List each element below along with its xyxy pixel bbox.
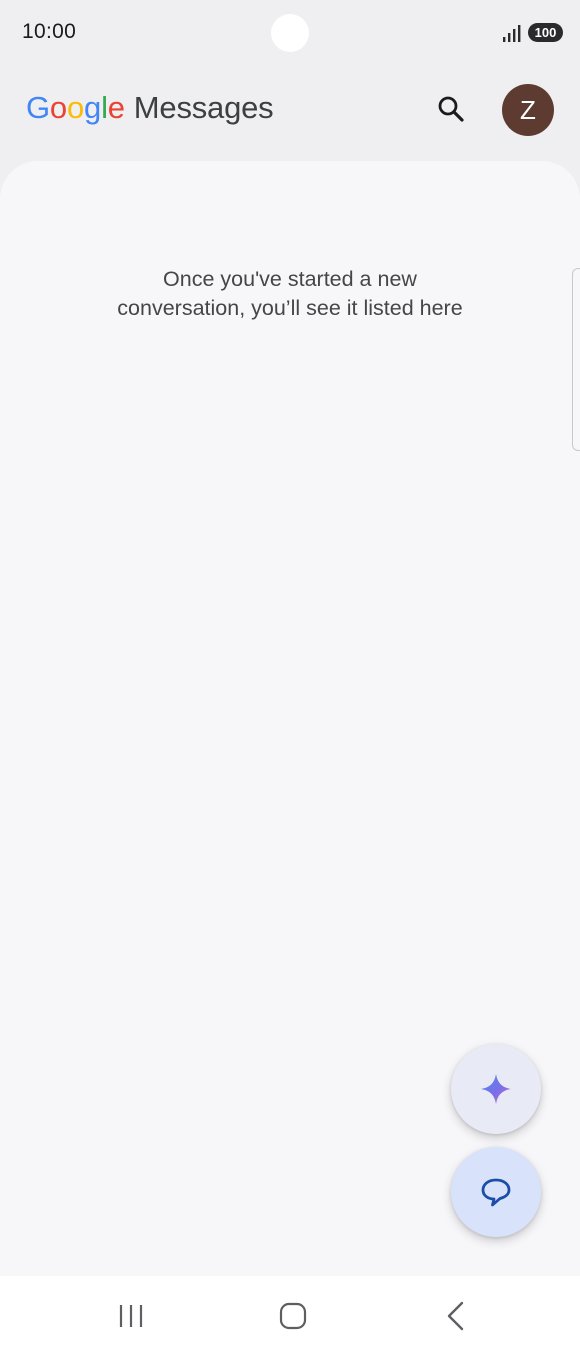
home-button[interactable]: [273, 1296, 313, 1336]
gemini-button[interactable]: [451, 1044, 541, 1134]
empty-state-line: conversation, you’ll see it listed here: [117, 296, 463, 320]
status-time: 10:00: [22, 20, 77, 43]
logo-letter: g: [84, 90, 102, 125]
recents-icon: [119, 1305, 143, 1327]
google-messages-logo: Google Messages: [26, 90, 274, 126]
sparkle-icon: [481, 1074, 511, 1104]
app-header: Google Messages Z: [0, 64, 580, 164]
signal-icon: [503, 25, 521, 42]
app-name: Messages: [133, 90, 274, 125]
empty-state-message: Once you've started a new conversation, …: [60, 265, 520, 323]
battery-icon: 100: [528, 23, 563, 42]
search-icon: [438, 96, 464, 122]
recents-button[interactable]: [111, 1296, 151, 1336]
camera-cutout: [271, 14, 309, 52]
edge-panel-handle[interactable]: [572, 268, 580, 451]
start-chat-button[interactable]: [451, 1147, 541, 1237]
chat-bubble-icon: [481, 1178, 511, 1207]
messages-screen: 10:00 100 Google Messages Z Once you've s…: [0, 0, 580, 1353]
back-button[interactable]: [436, 1296, 476, 1336]
logo-letter: l: [101, 90, 108, 125]
account-avatar[interactable]: Z: [502, 84, 554, 136]
search-button[interactable]: [428, 86, 474, 132]
empty-state-line: Once you've started a new: [163, 267, 417, 291]
system-navigation-bar: [0, 1276, 580, 1353]
back-icon: [447, 1301, 464, 1331]
logo-letter: e: [107, 90, 125, 125]
logo-letter: G: [26, 90, 50, 125]
home-icon: [279, 1302, 307, 1330]
status-bar: 10:00 100: [0, 0, 580, 64]
logo-letter: o: [49, 90, 67, 125]
logo-letter: o: [66, 90, 85, 125]
